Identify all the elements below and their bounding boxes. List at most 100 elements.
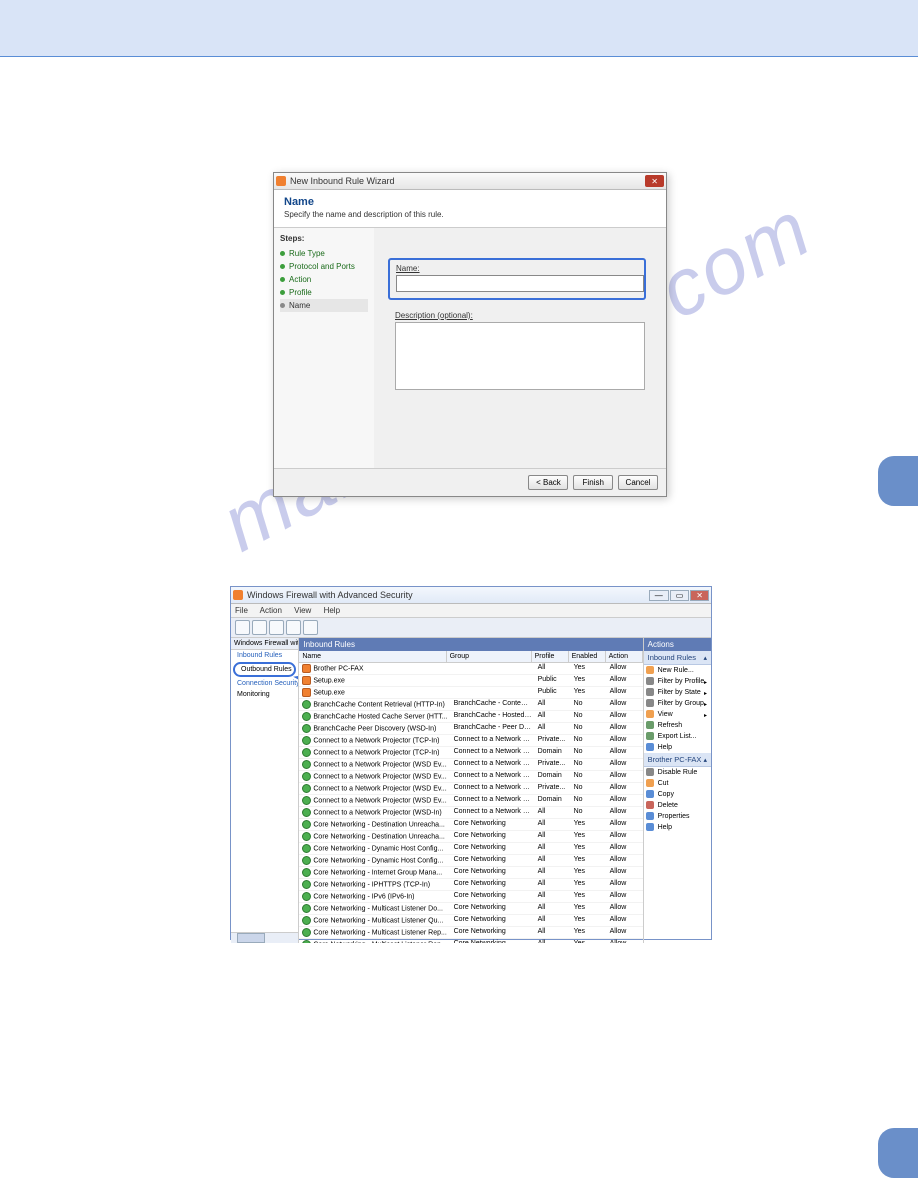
submenu-arrow-icon: ▸: [704, 701, 707, 708]
action-icon: [646, 768, 654, 776]
table-row[interactable]: Brother PC-FAXAllYesAllow: [299, 663, 642, 675]
col-enabled[interactable]: Enabled: [569, 651, 606, 662]
action-item[interactable]: Help: [644, 742, 711, 753]
action-item[interactable]: Export List...: [644, 731, 711, 742]
maximize-button[interactable]: ▭: [670, 590, 690, 601]
chevron-up-icon[interactable]: ▴: [703, 756, 707, 764]
rule-icon: [302, 868, 311, 877]
finish-button[interactable]: Finish: [573, 475, 613, 490]
step-dot-icon: [280, 264, 285, 269]
action-icon: [646, 721, 654, 729]
name-input[interactable]: [396, 275, 644, 292]
toolbar: [231, 618, 711, 638]
wizard-form-panel: Name: Description (optional):: [374, 228, 666, 468]
rule-icon: [302, 940, 311, 943]
toolbar-back-icon[interactable]: [235, 620, 250, 635]
menu-action[interactable]: Action: [260, 606, 282, 615]
close-button[interactable]: ✕: [645, 175, 664, 187]
toolbar-export-icon[interactable]: [286, 620, 301, 635]
action-item[interactable]: Filter by Group▸: [644, 698, 711, 709]
chevron-up-icon[interactable]: ▴: [703, 654, 707, 662]
cancel-button[interactable]: Cancel: [618, 475, 658, 490]
menu-file[interactable]: File: [235, 606, 248, 615]
action-item[interactable]: Refresh: [644, 720, 711, 731]
table-row[interactable]: Core Networking - Dynamic Host Config...…: [299, 855, 642, 867]
table-row[interactable]: Setup.exePublicYesAllow: [299, 675, 642, 687]
table-row[interactable]: Core Networking - Destination Unreacha..…: [299, 819, 642, 831]
table-row[interactable]: Connect to a Network Projector (WSD Ev..…: [299, 759, 642, 771]
rule-icon: [302, 820, 311, 829]
toolbar-help-icon[interactable]: [303, 620, 318, 635]
action-item[interactable]: Filter by State▸: [644, 687, 711, 698]
window-buttons: — ▭ ✕: [648, 590, 709, 601]
table-row[interactable]: Core Networking - Multicast Listener Do.…: [299, 903, 642, 915]
rule-icon: [302, 664, 311, 673]
wizard-step[interactable]: Action: [280, 273, 368, 286]
tree-root[interactable]: Windows Firewall with Advanced S: [231, 638, 298, 650]
table-row[interactable]: Connect to a Network Projector (WSD Ev..…: [299, 795, 642, 807]
table-row[interactable]: Connect to a Network Projector (WSD Ev..…: [299, 783, 642, 795]
toolbar-forward-icon[interactable]: [252, 620, 267, 635]
wizard-header: Name Specify the name and description of…: [274, 190, 666, 228]
firewall-titlebar: Windows Firewall with Advanced Security …: [231, 587, 711, 604]
tree-connection-security[interactable]: Connection Security Rules: [231, 678, 298, 689]
table-row[interactable]: Core Networking - Multicast Listener Qu.…: [299, 915, 642, 927]
action-item[interactable]: Disable Rule: [644, 767, 711, 778]
action-item[interactable]: Delete: [644, 800, 711, 811]
actions-section-selected: Brother PC-FAX▴: [644, 753, 711, 767]
rule-icon: [302, 760, 311, 769]
table-row[interactable]: Core Networking - Internet Group Mana...…: [299, 867, 642, 879]
action-icon: [646, 812, 654, 820]
table-row[interactable]: Connect to a Network Projector (WSD-In)C…: [299, 807, 642, 819]
menu-view[interactable]: View: [294, 606, 311, 615]
col-profile[interactable]: Profile: [532, 651, 569, 662]
col-action[interactable]: Action: [606, 651, 643, 662]
rule-icon: [302, 784, 311, 793]
table-row[interactable]: Core Networking - IPv6 (IPv6-In)Core Net…: [299, 891, 642, 903]
action-icon: [646, 677, 654, 685]
minimize-button[interactable]: —: [649, 590, 669, 601]
col-group[interactable]: Group: [447, 651, 532, 662]
menu-help[interactable]: Help: [324, 606, 340, 615]
action-item[interactable]: Filter by Profile▸: [644, 676, 711, 687]
table-row[interactable]: Core Networking - Multicast Listener Rep…: [299, 927, 642, 939]
action-icon: [646, 790, 654, 798]
table-row[interactable]: BranchCache Content Retrieval (HTTP-In)B…: [299, 699, 642, 711]
action-item[interactable]: Copy: [644, 789, 711, 800]
table-row[interactable]: Core Networking - IPHTTPS (TCP-In)Core N…: [299, 879, 642, 891]
rule-icon: [302, 892, 311, 901]
description-textarea[interactable]: [395, 322, 645, 390]
action-item[interactable]: Help: [644, 822, 711, 833]
table-row[interactable]: Setup.exePublicYesAllow: [299, 687, 642, 699]
actions-panel: Actions Inbound Rules▴ New Rule...Filter…: [644, 638, 711, 943]
wizard-step[interactable]: Name: [280, 299, 368, 312]
col-name[interactable]: Name: [299, 651, 446, 662]
tree-inbound-rules[interactable]: Inbound Rules: [231, 650, 298, 661]
action-item[interactable]: Cut: [644, 778, 711, 789]
table-row[interactable]: Connect to a Network Projector (TCP-In)C…: [299, 735, 642, 747]
table-row[interactable]: Connect to a Network Projector (WSD Ev..…: [299, 771, 642, 783]
steps-label: Steps:: [280, 234, 368, 243]
table-row[interactable]: Connect to a Network Projector (TCP-In)C…: [299, 747, 642, 759]
wizard-step[interactable]: Profile: [280, 286, 368, 299]
wizard-step[interactable]: Protocol and Ports: [280, 260, 368, 273]
table-row[interactable]: Core Networking - Destination Unreacha..…: [299, 831, 642, 843]
table-row[interactable]: Core Networking - Multicast Listener Rep…: [299, 939, 642, 943]
action-item[interactable]: New Rule...: [644, 665, 711, 676]
action-item[interactable]: Properties: [644, 811, 711, 822]
action-item[interactable]: View▸: [644, 709, 711, 720]
table-row[interactable]: BranchCache Peer Discovery (WSD-In)Branc…: [299, 723, 642, 735]
tree-outbound-rules[interactable]: Outbound Rules: [233, 662, 296, 677]
tree-monitoring[interactable]: Monitoring: [231, 689, 298, 700]
table-row[interactable]: Core Networking - Dynamic Host Config...…: [299, 843, 642, 855]
table-row[interactable]: BranchCache Hosted Cache Server (HTT...B…: [299, 711, 642, 723]
back-button[interactable]: < Back: [528, 475, 568, 490]
close-button[interactable]: ✕: [690, 590, 709, 601]
wizard-step[interactable]: Rule Type: [280, 247, 368, 260]
tree-scrollbar[interactable]: [231, 932, 298, 943]
firewall-icon: [233, 590, 243, 600]
rule-icon: [302, 880, 311, 889]
side-tab: [878, 456, 918, 506]
toolbar-refresh-icon[interactable]: [269, 620, 284, 635]
rule-icon: [302, 712, 311, 721]
